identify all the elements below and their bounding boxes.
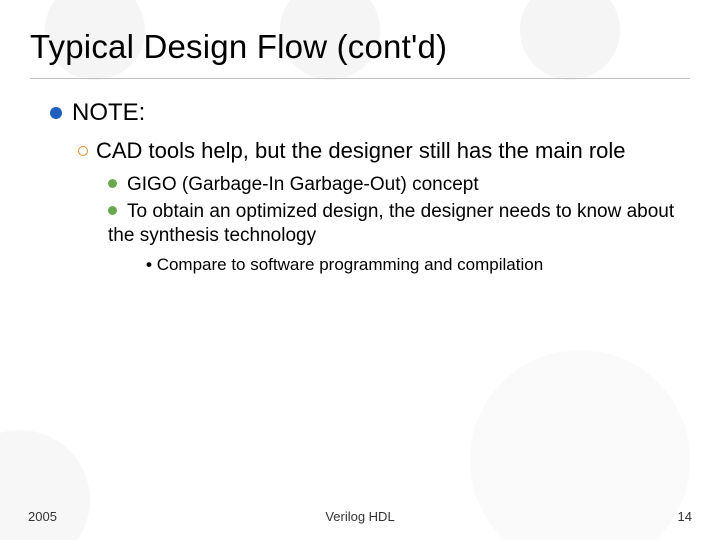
bullet-level2: CAD tools help, but the designer still h… [78,137,690,165]
bullet-level3: GIGO (Garbage-In Garbage-Out) concept [108,173,690,197]
slide-title: Typical Design Flow (cont'd) [0,0,720,74]
footer-year: 2005 [28,509,57,524]
bullet-icon [78,146,88,156]
bullet-text: GIGO (Garbage-In Garbage-Out) concept [127,174,479,195]
bullet-level1: NOTE: [50,99,690,127]
footer-page-number: 14 [678,509,692,524]
slide-body: NOTE: CAD tools help, but the designer s… [0,79,720,276]
bullet-text: Compare to software programming and comp… [157,255,543,274]
bullet-text: CAD tools help, but the designer still h… [96,138,626,163]
bullet-level3: To obtain an optimized design, the desig… [108,200,690,248]
slide-footer: 2005 Verilog HDL 14 [0,509,720,524]
bullet-icon [108,179,117,188]
bullet-text: To obtain an optimized design, the desig… [108,201,674,246]
footer-center: Verilog HDL [325,509,394,524]
slide: Typical Design Flow (cont'd) NOTE: CAD t… [0,0,720,540]
bullet-level4: Compare to software programming and comp… [146,254,690,276]
bullet-text: NOTE: [72,99,145,126]
bullet-icon [108,206,117,215]
bullet-icon [50,107,62,119]
